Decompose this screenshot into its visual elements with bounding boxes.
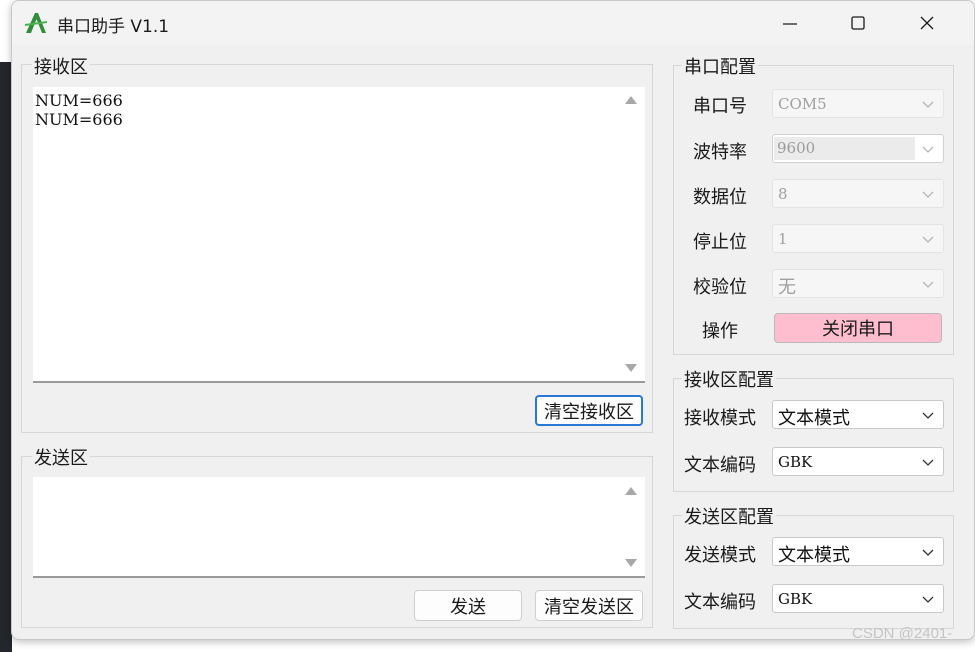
scroll-down-arrow-icon[interactable]	[625, 559, 637, 567]
receive-encoding-label: 文本编码	[684, 455, 756, 476]
send-mode-label: 发送模式	[684, 545, 756, 566]
send-config-title: 发送区配置	[682, 503, 776, 529]
chevron-down-icon	[922, 236, 934, 243]
receive-mode-label: 接收模式	[684, 408, 756, 429]
send-encoding-label: 文本编码	[684, 592, 756, 613]
databits-value: 8	[778, 185, 788, 203]
close-button[interactable]	[892, 1, 962, 45]
clear-receive-button[interactable]: 清空接收区	[535, 395, 643, 426]
scroll-up-arrow-icon[interactable]	[625, 96, 637, 104]
chevron-down-icon	[922, 412, 934, 419]
stopbits-label: 停止位	[693, 232, 747, 253]
chevron-down-icon	[922, 459, 934, 466]
send-mode-value: 文本模式	[778, 545, 850, 565]
maximize-button[interactable]	[823, 1, 893, 45]
receive-mode-select[interactable]: 文本模式	[772, 400, 944, 429]
parity-select[interactable]: 无	[772, 269, 944, 298]
send-mode-select[interactable]: 文本模式	[772, 537, 944, 566]
send-scrollbar[interactable]	[617, 477, 645, 576]
baud-label: 波特率	[693, 142, 747, 163]
receive-config-title: 接收区配置	[682, 366, 776, 392]
minimize-button[interactable]	[755, 1, 825, 45]
stopbits-value: 1	[778, 230, 788, 248]
receive-scrollbar[interactable]	[617, 87, 645, 381]
chevron-down-icon	[922, 549, 934, 556]
maximize-icon	[851, 16, 865, 30]
minimize-icon	[783, 23, 797, 25]
send-encoding-select[interactable]: GBK	[772, 584, 944, 613]
databits-select[interactable]: 8	[772, 179, 944, 208]
send-button[interactable]: 发送	[414, 590, 522, 621]
chevron-down-icon	[922, 281, 934, 288]
clear-send-button[interactable]: 清空发送区	[535, 590, 643, 621]
title-bar[interactable]: 串口助手 V1.1	[12, 1, 974, 45]
port-config-title: 串口配置	[682, 53, 758, 79]
receive-text: NUM=666 NUM=666	[35, 91, 123, 129]
receive-group-title: 接收区	[32, 53, 90, 79]
baud-value: 9600	[774, 137, 916, 160]
parity-label: 校验位	[693, 277, 747, 298]
databits-label: 数据位	[693, 187, 747, 208]
parity-value: 无	[778, 277, 796, 297]
chevron-down-icon	[922, 596, 934, 603]
close-port-button[interactable]: 关闭串口	[774, 313, 942, 343]
chevron-down-icon	[922, 191, 934, 198]
send-textarea[interactable]	[33, 477, 645, 578]
send-encoding-value: GBK	[778, 590, 813, 608]
chevron-down-icon	[922, 146, 934, 153]
receive-encoding-value: GBK	[778, 453, 813, 471]
receive-encoding-select[interactable]: GBK	[772, 447, 944, 476]
baud-select[interactable]: 9600	[772, 134, 944, 163]
port-value: COM5	[778, 95, 827, 113]
port-label: 串口号	[693, 96, 747, 117]
window-title: 串口助手 V1.1	[57, 17, 170, 37]
chevron-down-icon	[922, 101, 934, 108]
close-icon	[920, 16, 934, 30]
watermark: CSDN @2401-	[852, 625, 953, 642]
stopbits-select[interactable]: 1	[772, 224, 944, 253]
operation-label: 操作	[702, 321, 738, 342]
receive-mode-value: 文本模式	[778, 408, 850, 428]
send-group-title: 发送区	[32, 444, 90, 470]
scroll-up-arrow-icon[interactable]	[625, 487, 637, 495]
port-select[interactable]: COM5	[772, 89, 944, 118]
receive-textarea[interactable]: NUM=666 NUM=666	[33, 87, 645, 383]
app-logo-icon	[25, 13, 47, 33]
app-window: 串口助手 V1.1 接收区 NUM=666 NUM=666 清空接收区 发送区 …	[11, 0, 975, 640]
scroll-down-arrow-icon[interactable]	[625, 364, 637, 372]
